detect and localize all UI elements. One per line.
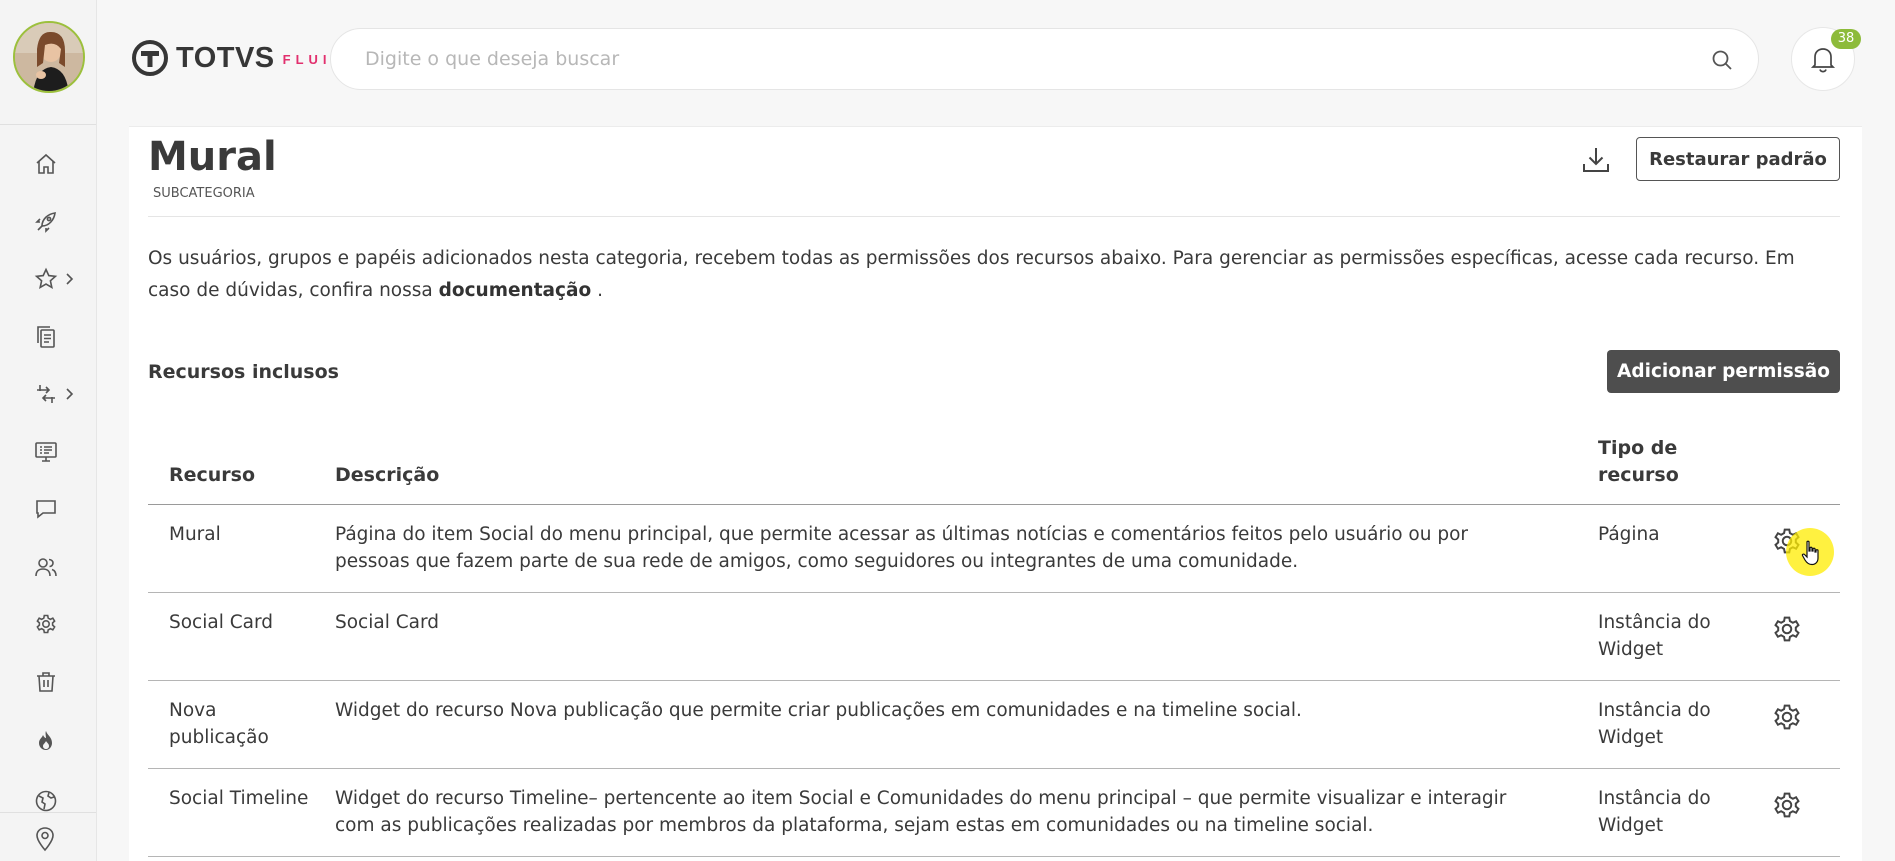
chevron-right-icon (64, 272, 74, 286)
resource-settings-gear-icon[interactable] (1771, 701, 1803, 733)
resources-table: Recurso Descrição Tipo de recurso Mural … (148, 427, 1840, 857)
cell-recurso: Social Card (169, 612, 274, 633)
home-icon (34, 152, 58, 176)
hand-cursor-icon (1801, 540, 1821, 566)
totvs-logo-icon (132, 40, 168, 76)
sidebar-footer (0, 812, 96, 861)
sidebar-item-trash[interactable] (34, 667, 86, 697)
trash-icon (34, 670, 58, 694)
cell-descricao: Widget do recurso Timeline– pertencente … (335, 788, 1507, 836)
page-title: Mural (148, 134, 277, 180)
cell-descricao: Página do item Social do menu principal,… (335, 524, 1469, 572)
sidebar-item-gamification[interactable] (34, 726, 86, 756)
table-header: Recurso Descrição Tipo de recurso (148, 427, 1840, 505)
process-icon (34, 382, 58, 406)
sidebar-item-presentation[interactable] (34, 437, 86, 467)
page-description: Os usuários, grupos e papéis adicionados… (148, 243, 1838, 307)
column-header-tipo-line1: Tipo de (1598, 437, 1678, 459)
gear-icon (34, 612, 58, 636)
page-subtitle: SUBCATEGORIA (153, 186, 255, 201)
globe-icon (34, 789, 58, 813)
cell-tipo: Instância do Widget (1598, 700, 1711, 748)
cell-descricao: Widget do recurso Nova publicação que pe… (335, 700, 1302, 721)
column-header-tipo[interactable]: Tipo de recurso (1598, 435, 1679, 489)
chevron-right-icon (64, 387, 74, 401)
sidebar-item-launch[interactable] (34, 207, 86, 237)
add-permission-button[interactable]: Adicionar permissão (1607, 350, 1840, 393)
cell-tipo: Instância do Widget (1598, 612, 1711, 660)
table-row: Social Timeline Widget do recurso Timeli… (148, 769, 1840, 857)
documentation-link[interactable]: documentação (439, 280, 592, 301)
sidebar-item-people[interactable] (34, 552, 86, 582)
sidebar-item-documents[interactable] (34, 322, 86, 352)
documents-icon (34, 325, 58, 349)
search-bar (330, 28, 1759, 90)
sidebar-item-home[interactable] (34, 149, 86, 179)
resource-settings-gear-icon[interactable] (1771, 613, 1803, 645)
logo-text: TOTVS (176, 41, 275, 74)
section-title: Recursos inclusos (148, 361, 339, 383)
main-panel: Mural SUBCATEGORIA Restaurar padrão Os u… (129, 126, 1862, 861)
sidebar-divider (0, 124, 96, 125)
sidebar-item-favorites[interactable] (34, 264, 86, 294)
rocket-icon (34, 210, 58, 234)
description-end: . (591, 280, 603, 301)
cell-recurso: Nova publicação (169, 700, 269, 748)
notifications-button[interactable]: 38 (1791, 27, 1861, 91)
divider (148, 216, 1840, 217)
search-icon[interactable] (1710, 48, 1734, 72)
column-header-recurso[interactable]: Recurso (169, 462, 255, 489)
table-row: Mural Página do item Social do menu prin… (148, 505, 1840, 593)
cell-descricao: Social Card (335, 612, 440, 633)
sidebar-item-settings[interactable] (34, 609, 86, 639)
flame-icon (34, 729, 58, 753)
description-text: Os usuários, grupos e papéis adicionados… (148, 248, 1795, 301)
download-icon[interactable] (1581, 145, 1611, 175)
column-header-descricao[interactable]: Descrição (335, 462, 439, 489)
resource-settings-gear-icon[interactable] (1771, 789, 1803, 821)
users-icon (34, 555, 58, 579)
cell-recurso: Social Timeline (169, 788, 309, 809)
user-avatar[interactable] (13, 21, 85, 93)
bell-icon (1810, 45, 1836, 73)
chat-icon (34, 497, 58, 521)
location-pin-icon[interactable] (33, 826, 57, 852)
cell-tipo: Página (1598, 524, 1660, 545)
star-icon (34, 267, 58, 291)
table-row: Nova publicação Widget do recurso Nova p… (148, 681, 1840, 769)
sidebar (0, 0, 97, 861)
sidebar-item-processes[interactable] (34, 379, 86, 409)
cell-tipo: Instância do Widget (1598, 788, 1711, 836)
search-input[interactable] (365, 43, 1685, 75)
table-row: Social Card Social Card Instância do Wid… (148, 593, 1840, 681)
brand-logo[interactable]: TOTVS FLUIG (132, 40, 347, 76)
column-header-tipo-line2: recurso (1598, 464, 1679, 486)
sidebar-item-messages[interactable] (34, 494, 86, 524)
cell-recurso: Mural (169, 524, 221, 545)
restore-default-button[interactable]: Restaurar padrão (1636, 137, 1840, 181)
notification-badge: 38 (1831, 29, 1861, 49)
monitor-icon (34, 440, 58, 464)
